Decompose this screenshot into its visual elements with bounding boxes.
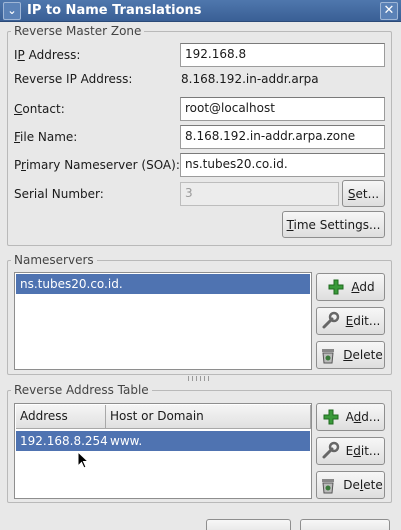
nameservers-label: Nameservers	[11, 253, 97, 267]
table-row[interactable]: 192.168.8.254 www.	[16, 431, 310, 451]
reverse-master-zone-label: Reverse Master Zone	[11, 24, 145, 38]
reverse-address-table-label: Reverse Address Table	[11, 383, 152, 397]
dialog-action-button[interactable]	[300, 519, 390, 530]
edit-nameserver-button[interactable]: Edit...	[316, 307, 385, 335]
mouse-pointer-icon	[77, 451, 89, 469]
host-cell: www.	[110, 434, 143, 448]
primary-nameserver-field[interactable]: ns.tubes20.co.id.	[180, 153, 385, 177]
nameservers-list[interactable]: ns.tubes20.co.id.	[14, 272, 312, 370]
column-header-address[interactable]: Address	[16, 405, 106, 429]
primary-nameserver-label: Primary Nameserver (SOA):	[14, 158, 180, 172]
ip-address-field[interactable]: 192.168.8	[180, 43, 385, 67]
reverse-address-table[interactable]: Address Host or Domain 192.168.8.254 www…	[14, 403, 312, 499]
file-name-label: File Name:	[14, 130, 78, 144]
serial-number-field: 3	[180, 182, 339, 206]
edit-reverse-address-button[interactable]: Edit...	[316, 437, 385, 465]
window-title: IP to Name Translations	[27, 3, 202, 18]
title-bar: ⌄ IP to Name Translations ✕	[0, 0, 401, 22]
file-name-field[interactable]: 8.168.192.in-addr.arpa.zone	[180, 125, 385, 149]
list-item[interactable]: ns.tubes20.co.id.	[16, 274, 310, 294]
pane-resize-handle[interactable]	[188, 376, 212, 381]
delete-nameserver-button[interactable]: Delete	[316, 341, 385, 369]
column-header-host[interactable]: Host or Domain	[106, 405, 311, 429]
delete-trash-icon	[322, 479, 335, 494]
ip-address-label: IP Address:	[14, 48, 81, 62]
serial-number-label: Serial Number:	[14, 187, 104, 201]
add-reverse-address-button[interactable]: Add...	[316, 403, 385, 431]
contact-field[interactable]: root@localhost	[180, 97, 385, 121]
edit-wrench-icon	[322, 441, 339, 459]
add-icon	[328, 279, 344, 295]
address-cell: 192.168.8.254	[20, 434, 108, 448]
delete-reverse-address-button[interactable]: Delete	[316, 471, 385, 499]
add-icon	[323, 409, 339, 425]
contact-label: Contact:	[14, 102, 65, 116]
reverse-ip-label: Reverse IP Address:	[14, 72, 133, 86]
edit-wrench-icon	[322, 311, 339, 329]
window-menu-icon[interactable]: ⌄	[3, 2, 21, 20]
set-serial-button[interactable]: Set...	[342, 180, 385, 207]
delete-trash-icon	[322, 349, 335, 364]
time-settings-button[interactable]: Time Settings...	[282, 211, 385, 238]
close-icon[interactable]: ✕	[380, 2, 398, 20]
add-nameserver-button[interactable]: Add	[316, 273, 385, 301]
dialog-action-button[interactable]	[206, 519, 291, 530]
reverse-ip-value: 8.168.192.in-addr.arpa	[181, 72, 319, 86]
